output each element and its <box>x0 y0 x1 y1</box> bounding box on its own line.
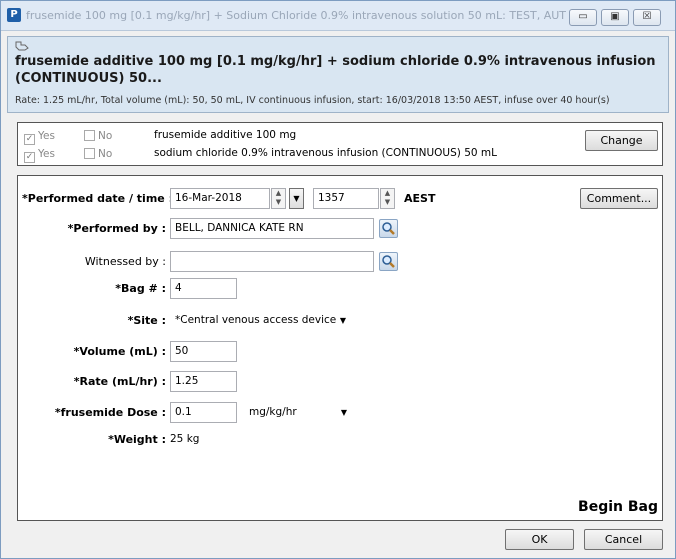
time-spinner[interactable]: ▲ ▼ <box>380 188 395 209</box>
ingredient-row: ✓ Yes No frusemide additive 100 mg <box>24 129 584 145</box>
chevron-down-icon: ▼ <box>340 408 347 417</box>
documentation-form: *Performed date / time : 16-Mar-2018 ▲ ▼ … <box>17 175 663 521</box>
site-dropdown[interactable]: *Central venous access device ▼ <box>170 310 353 331</box>
rate-field[interactable]: 1.25 <box>170 371 237 392</box>
comment-button[interactable]: Comment... <box>580 188 658 209</box>
order-title: frusemide additive 100 mg [0.1 mg/kg/hr]… <box>15 54 656 86</box>
ingredient-name: frusemide additive 100 mg <box>154 129 297 141</box>
ingredient-row: ✓ Yes No sodium chloride 0.9% intravenous… <box>24 147 584 163</box>
infusion-bag-icon <box>15 41 29 51</box>
order-header: frusemide additive 100 mg [0.1 mg/kg/hr]… <box>7 36 669 113</box>
search-icon[interactable] <box>379 219 398 238</box>
weight-value: 25 kg <box>170 433 200 445</box>
ingredients-panel: ✓ Yes No frusemide additive 100 mg ✓ Yes N… <box>17 122 663 166</box>
volume-label: *Volume (mL) : <box>73 345 166 358</box>
yes-checkbox[interactable]: ✓ <box>24 152 35 163</box>
bag-number-label: *Bag # : <box>115 282 166 295</box>
search-icon[interactable] <box>379 252 398 271</box>
app-icon: P <box>7 8 21 22</box>
no-checkbox[interactable] <box>84 148 95 159</box>
no-option[interactable]: No <box>84 147 112 160</box>
no-checkbox[interactable] <box>84 130 95 141</box>
chevron-down-icon: ▼ <box>339 316 346 325</box>
performed-datetime-label: *Performed date / time : <box>22 192 173 205</box>
yes-option[interactable]: ✓ Yes <box>24 129 55 145</box>
cancel-button[interactable]: Cancel <box>584 529 663 550</box>
dose-field[interactable]: 0.1 <box>170 402 237 423</box>
witnessed-by-label: Witnessed by : <box>84 255 166 268</box>
bag-number-field[interactable]: 4 <box>170 278 237 299</box>
dose-label: *frusemide Dose : <box>54 406 166 419</box>
date-spinner[interactable]: ▲ ▼ <box>271 188 286 209</box>
site-value: *Central venous access device <box>175 314 337 326</box>
maximize-button[interactable]: ▣ <box>601 9 629 26</box>
title-bar: P frusemide 100 mg [0.1 mg/kg/hr] + Sodi… <box>1 1 675 31</box>
performed-by-label: *Performed by : <box>67 222 166 235</box>
volume-field[interactable]: 50 <box>170 341 237 362</box>
window-title: frusemide 100 mg [0.1 mg/kg/hr] + Sodium… <box>26 9 566 22</box>
witnessed-by-field[interactable] <box>170 251 374 272</box>
change-button[interactable]: Change <box>585 130 658 151</box>
yes-checkbox[interactable]: ✓ <box>24 134 35 145</box>
close-button[interactable]: ☒ <box>633 9 661 26</box>
rate-label: *Rate (mL/hr) : <box>73 375 166 388</box>
site-label: *Site : <box>127 314 166 327</box>
performed-by-field[interactable]: BELL, DANNICA KATE RN <box>170 218 374 239</box>
timezone-label: AEST <box>404 192 436 205</box>
order-details: Rate: 1.25 mL/hr, Total volume (mL): 50,… <box>15 95 610 106</box>
minimize-button[interactable]: ▭ <box>569 9 597 26</box>
weight-label: *Weight : <box>108 433 166 446</box>
action-title: Begin Bag <box>578 499 658 515</box>
dialog-window: P frusemide 100 mg [0.1 mg/kg/hr] + Sodi… <box>0 0 676 559</box>
dose-unit-value: mg/kg/hr <box>249 406 297 418</box>
date-field[interactable]: 16-Mar-2018 <box>170 188 270 209</box>
yes-option[interactable]: ✓ Yes <box>24 147 55 163</box>
dose-unit-dropdown[interactable]: mg/kg/hr ▼ <box>244 402 354 423</box>
calendar-dropdown-button[interactable]: ▼ <box>289 188 304 209</box>
time-field[interactable]: 1357 <box>313 188 379 209</box>
ok-button[interactable]: OK <box>505 529 574 550</box>
ingredient-name: sodium chloride 0.9% intravenous infusio… <box>154 147 497 159</box>
no-option[interactable]: No <box>84 129 112 142</box>
